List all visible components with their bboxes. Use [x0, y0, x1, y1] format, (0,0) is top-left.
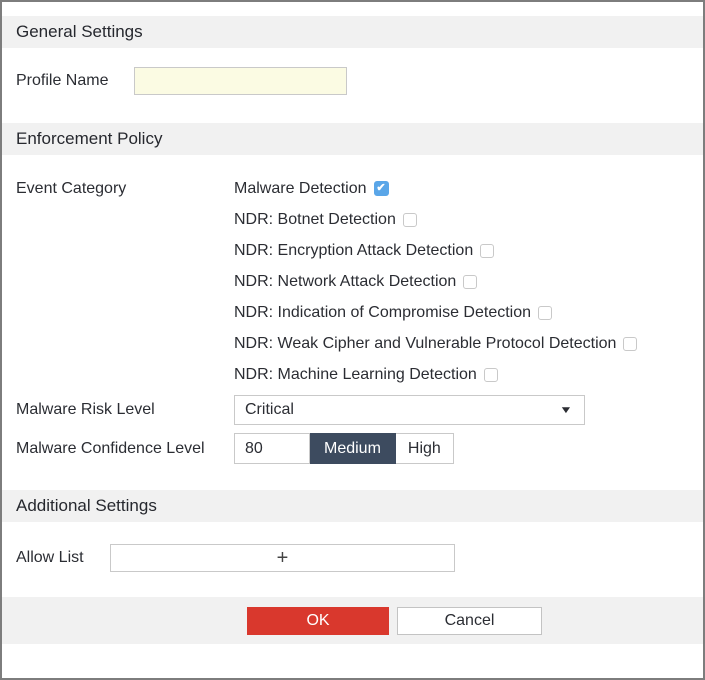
confidence-segments: Medium High — [310, 433, 454, 464]
checkbox[interactable]: ✔ — [480, 243, 495, 258]
checkbox-label: NDR: Weak Cipher and Vulnerable Protocol… — [234, 334, 617, 352]
confidence-value-input[interactable] — [234, 433, 310, 464]
event-category-list: Malware Detection ✔ NDR: Botnet Detectio… — [234, 179, 638, 384]
checkbox-label: NDR: Botnet Detection — [234, 210, 396, 228]
checkbox-label: NDR: Indication of Compromise Detection — [234, 303, 532, 321]
malware-confidence-level-label: Malware Confidence Level — [16, 439, 205, 457]
selected-option: Critical — [245, 401, 294, 418]
event-category-option[interactable]: NDR: Encryption Attack Detection ✔ — [234, 241, 637, 260]
confidence-control: Medium High — [234, 433, 454, 464]
event-category-option[interactable]: NDR: Indication of Compromise Detection … — [234, 303, 637, 322]
confidence-segment[interactable]: High — [395, 433, 454, 464]
allow-list-label: Allow List — [16, 549, 84, 566]
event-category-option[interactable]: NDR: Botnet Detection ✔ — [234, 210, 637, 229]
check-icon: ✔ — [376, 182, 386, 194]
malware-risk-level-select[interactable]: Critical ▼ — [234, 395, 585, 425]
event-category-label: Event Category — [16, 180, 127, 197]
segment-label: Medium — [324, 439, 381, 457]
profile-name-label: Profile Name — [16, 72, 109, 89]
section-header-additional: Additional Settings — [2, 490, 703, 522]
event-category-option[interactable]: NDR: Weak Cipher and Vulnerable Protocol… — [234, 334, 638, 353]
allow-list-row: Allow List + — [2, 544, 703, 572]
plus-icon: + — [276, 547, 289, 569]
confidence-segment[interactable]: Medium — [310, 433, 396, 464]
profile-settings-dialog: General Settings Profile Name Enforcemen… — [0, 0, 705, 680]
ok-button[interactable]: OK — [247, 606, 389, 635]
footer-bar: OK Cancel — [2, 597, 703, 644]
checkbox-label: Malware Detection — [234, 179, 367, 197]
checkbox[interactable]: ✔ — [402, 212, 417, 227]
checkbox-label: NDR: Encryption Attack Detection — [234, 241, 474, 259]
malware-risk-level-label: Malware Risk Level — [16, 401, 155, 418]
event-category-row: Event Category Malware Detection ✔ NDR: … — [2, 179, 703, 384]
section-header-enforcement: Enforcement Policy — [2, 123, 703, 155]
checkbox-label: NDR: Machine Learning Detection — [234, 365, 477, 383]
malware-confidence-level-row: Malware Confidence Level Medium High — [2, 433, 703, 464]
profile-name-input[interactable] — [134, 67, 347, 95]
event-category-option[interactable]: Malware Detection ✔ — [234, 179, 637, 198]
chevron-down-icon: ▼ — [559, 404, 573, 416]
cancel-button[interactable]: Cancel — [397, 606, 542, 635]
event-category-option[interactable]: NDR: Network Attack Detection ✔ — [234, 272, 637, 291]
checkbox[interactable]: ✔ — [483, 367, 498, 382]
event-category-option[interactable]: NDR: Machine Learning Detection ✔ — [234, 365, 637, 384]
checkbox[interactable]: ✔ — [623, 336, 638, 351]
section-title: General Settings — [16, 22, 143, 41]
checkbox[interactable]: ✔ — [538, 305, 553, 320]
checkbox[interactable]: ✔ — [463, 274, 478, 289]
section-title: Additional Settings — [16, 496, 157, 515]
allow-list-add-button[interactable]: + — [110, 544, 455, 572]
checkbox-label: NDR: Network Attack Detection — [234, 272, 457, 290]
section-title: Enforcement Policy — [16, 129, 163, 148]
checkbox[interactable]: ✔ — [373, 181, 389, 196]
segment-label: High — [407, 439, 441, 457]
profile-name-row: Profile Name — [2, 67, 703, 95]
section-header-general: General Settings — [2, 16, 703, 48]
malware-risk-level-row: Malware Risk Level Critical ▼ — [2, 395, 703, 425]
